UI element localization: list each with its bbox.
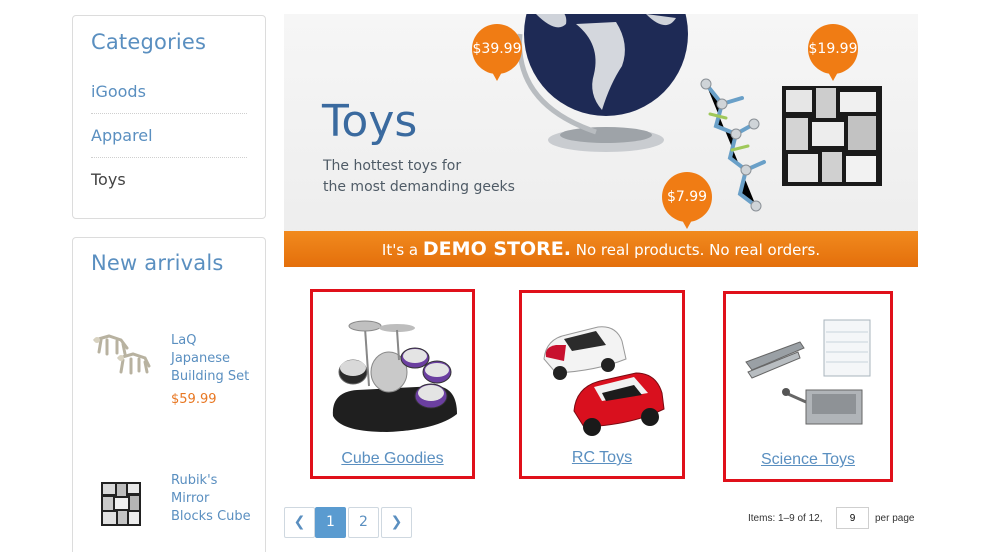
category-toys[interactable]: Toys [91, 170, 247, 201]
pager-page-1[interactable]: 1 [315, 507, 346, 538]
banner-subtitle: The hottest toys for the most demanding … [323, 156, 543, 198]
price-bubble: $39.99 [472, 24, 522, 81]
pager-page-2[interactable]: 2 [348, 507, 379, 538]
category-igoods[interactable]: iGoods [91, 82, 247, 114]
demo-store-strip: It's a DEMO STORE. No real products. No … [284, 231, 918, 267]
mirror-cube-illustration [782, 86, 882, 186]
category-apparel[interactable]: Apparel [91, 126, 247, 158]
arrival-name[interactable]: LaQ Japanese Building Set [171, 332, 251, 386]
arrival-name[interactable]: Rubik's Mirror Blocks Cube [171, 472, 251, 526]
items-count-text: Items: 1–9 of 12, [748, 513, 823, 524]
banner-title: Toys [322, 96, 418, 147]
chevron-left-icon: ❮ [293, 514, 306, 530]
per-page-input[interactable] [836, 507, 869, 529]
subcategory-label[interactable]: Science Toys [726, 451, 890, 469]
subcategory-label[interactable]: Cube Goodies [313, 450, 472, 468]
globe-illustration [517, 14, 688, 152]
laq-building-set-image[interactable] [91, 326, 153, 388]
toys-banner: Toys The hottest toys for the most deman… [284, 14, 918, 267]
price-bubble: $19.99 [808, 24, 858, 81]
subcategory-science-toys[interactable]: Science Toys [723, 291, 893, 482]
subcategory-rc-toys[interactable]: RC Toys [519, 290, 685, 479]
banner-subtitle-line1: The hottest toys for [323, 158, 462, 174]
arrival-price: $59.99 [171, 392, 217, 407]
new-arrivals-title: New arrivals [91, 251, 224, 275]
pager-prev-button[interactable]: ❮ [284, 507, 315, 538]
demo-strip-suffix: No real products. No real orders. [575, 241, 821, 259]
demo-strip-prefix: It's a [381, 241, 419, 259]
new-arrivals-panel: New arrivals LaQ Japanese Building Set $… [72, 237, 266, 552]
banner-subtitle-line2: the most demanding geeks [323, 179, 515, 195]
chevron-right-icon: ❯ [390, 514, 403, 530]
subcategory-cube-goodies[interactable]: Cube Goodies [310, 289, 475, 479]
demo-strip-emphasis: DEMO STORE. [422, 238, 571, 260]
rubiks-mirror-cube-image[interactable] [91, 474, 153, 536]
categories-title: Categories [91, 30, 207, 54]
pager-next-button[interactable]: ❯ [381, 507, 412, 538]
per-page-label: per page [875, 513, 915, 524]
rc-cars-image[interactable] [536, 301, 670, 451]
music-box-image[interactable] [740, 302, 874, 452]
categories-panel: Categories iGoods Apparel Toys [72, 15, 266, 219]
price-bubble: $7.99 [662, 172, 712, 229]
drum-kit-image[interactable] [327, 300, 461, 450]
subcategory-label[interactable]: RC Toys [522, 449, 682, 467]
